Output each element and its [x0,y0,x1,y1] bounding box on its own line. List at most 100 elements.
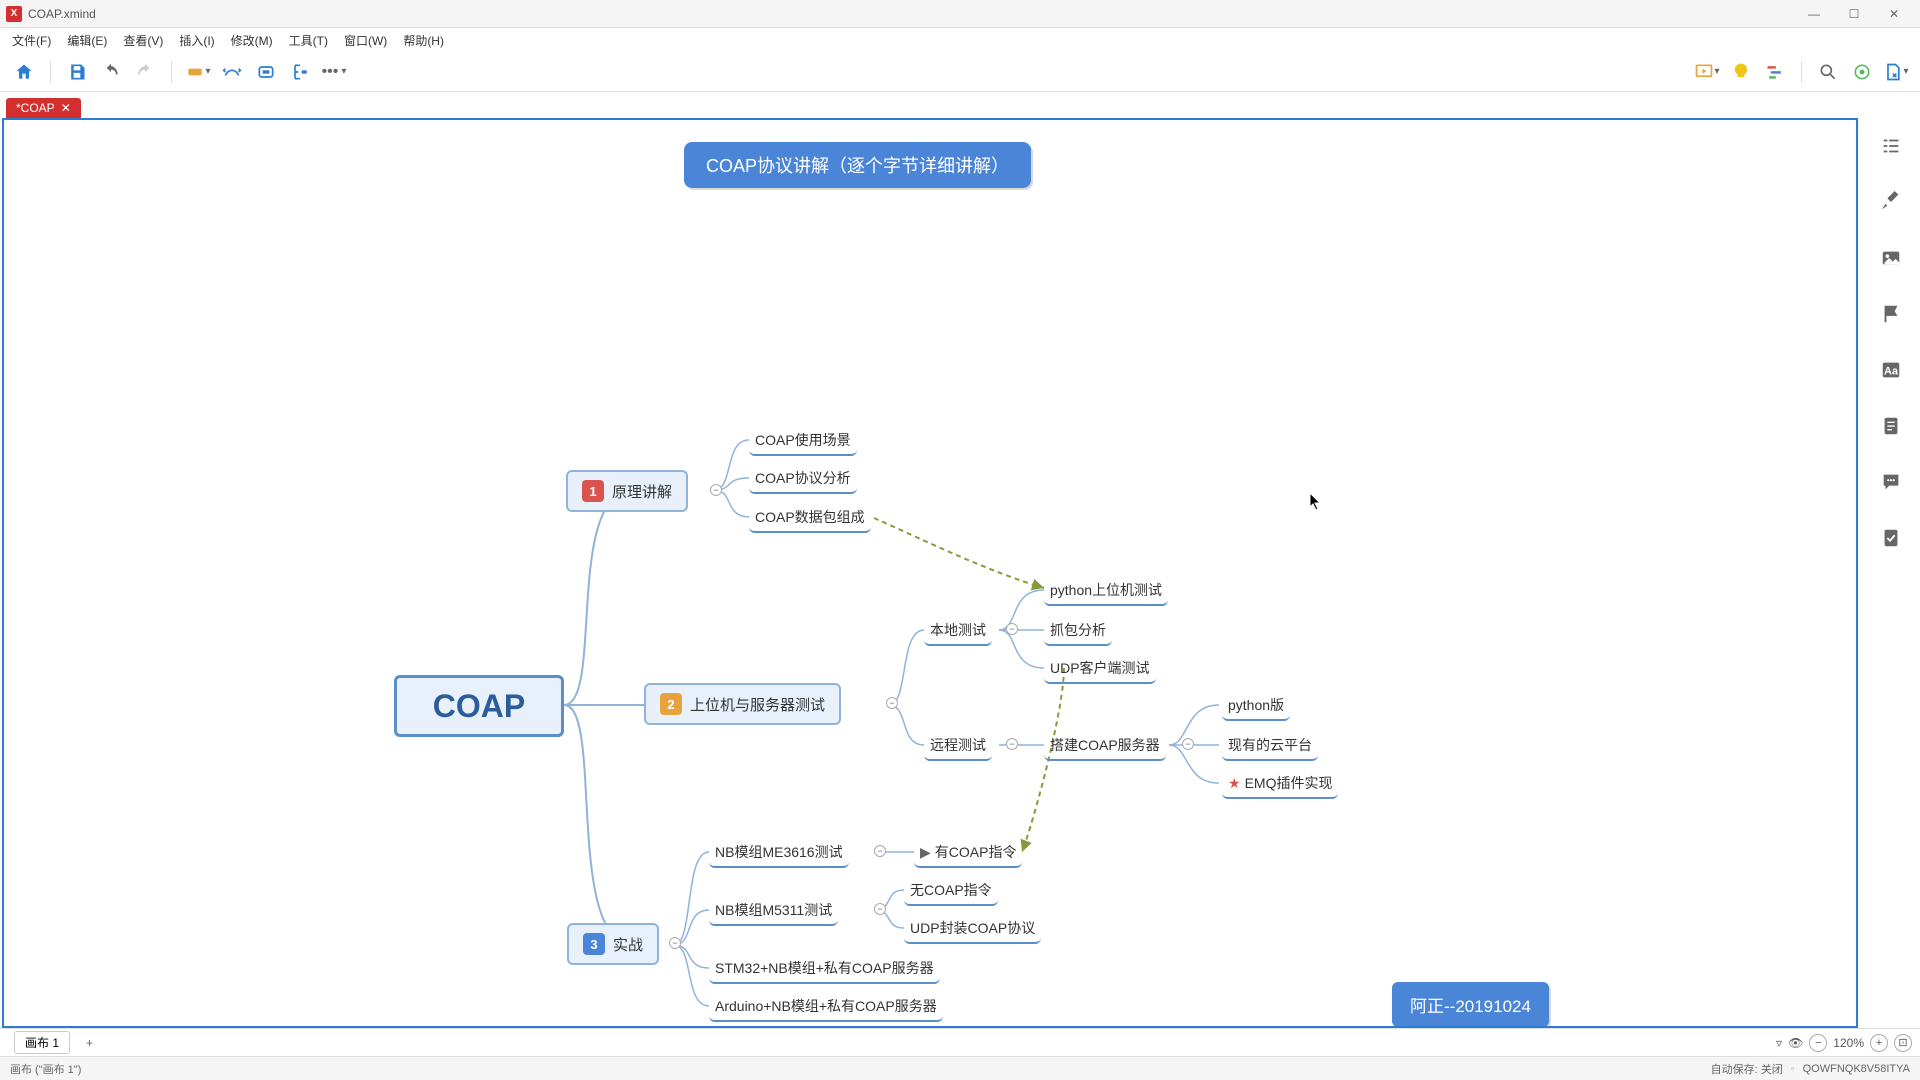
app-logo: X [6,6,22,22]
home-button[interactable] [10,58,38,86]
menu-edit[interactable]: 编辑(E) [59,30,115,51]
notes-button[interactable] [1877,412,1905,440]
undo-icon [101,62,121,82]
menu-view[interactable]: 查看(V) [115,30,171,51]
brainstorm-button[interactable] [1727,58,1755,86]
zoom-out-button[interactable]: − [1809,1034,1827,1052]
comments-button[interactable] [1877,468,1905,496]
brush-icon [1880,191,1902,213]
redo-button[interactable] [131,58,159,86]
image-button[interactable] [1877,244,1905,272]
leaf-node[interactable]: STM32+NB模组+私有COAP服务器 [709,954,940,984]
leaf-node[interactable]: NB模组ME3616测试 [709,838,849,868]
leaf-node[interactable]: COAP数据包组成 [749,503,871,533]
leaf-node[interactable]: 远程测试 [924,731,992,761]
branch-node-2[interactable]: 2 上位机与服务器测试 [644,683,841,725]
sheet-tab[interactable]: 画布 1 [14,1031,70,1054]
font-button[interactable]: Aa [1877,356,1905,384]
format-button[interactable] [1877,188,1905,216]
leaf-node[interactable]: UDP封装COAP协议 [904,914,1041,944]
leaf-node[interactable]: UDP客户端测试 [1044,654,1156,684]
toggle-icon[interactable]: − [1006,738,1018,750]
topic-button[interactable]: ▾ [184,58,212,86]
relationship-button[interactable] [218,58,246,86]
outline-icon [1880,135,1902,157]
menu-tools[interactable]: 工具(T) [281,30,336,51]
filter-icon[interactable]: ▿ [1776,1036,1782,1050]
save-button[interactable] [63,58,91,86]
leaf-node[interactable]: ▶有COAP指令 [914,838,1022,868]
autosave-status: 自动保存: 关闭 [1711,1061,1783,1077]
toggle-icon[interactable]: − [886,697,898,709]
titlebar: X COAP.xmind — ☐ ✕ [0,0,1920,28]
toggle-icon[interactable]: − [874,903,886,915]
topic-icon [185,62,205,82]
menu-window[interactable]: 窗口(W) [336,30,395,51]
undo-button[interactable] [97,58,125,86]
visibility-icon[interactable]: 👁 [1788,1036,1803,1050]
minimize-button[interactable]: — [1794,0,1834,28]
font-icon: Aa [1880,359,1902,381]
marker-button[interactable] [1877,300,1905,328]
leaf-node[interactable]: python上位机测试 [1044,576,1168,606]
menu-help[interactable]: 帮助(H) [395,30,452,51]
menu-modify[interactable]: 修改(M) [223,30,281,51]
zoom-value: 120% [1833,1036,1864,1050]
maximize-button[interactable]: ☐ [1834,0,1874,28]
statusbar: 画布 ("画布 1") 自动保存: 关闭 ◦ QOWFNQK8V58ITYA [0,1056,1920,1080]
toggle-icon[interactable]: − [1006,623,1018,635]
cursor-icon [1309,492,1323,512]
task-button[interactable] [1877,524,1905,552]
gantt-button[interactable] [1761,58,1789,86]
priority-1-marker: 1 [582,480,604,502]
add-sheet-button[interactable]: + [76,1034,103,1052]
menu-insert[interactable]: 插入(I) [171,30,222,51]
leaf-node[interactable]: 搭建COAP服务器 [1044,731,1166,761]
leaf-node[interactable]: 无COAP指令 [904,876,998,906]
home-icon [14,62,34,82]
toggle-icon[interactable]: − [669,937,681,949]
save-icon [67,62,87,82]
tab-label: *COAP [16,101,55,115]
toggle-icon[interactable]: − [710,484,722,496]
window-title: COAP.xmind [28,7,96,21]
branch-node-3[interactable]: 3 实战 [567,923,659,965]
toggle-icon[interactable]: − [874,845,886,857]
leaf-node[interactable]: NB模组M5311测试 [709,896,838,926]
document-tab[interactable]: *COAP ✕ [6,98,81,118]
leaf-node[interactable]: COAP协议分析 [749,464,857,494]
tab-close-icon[interactable]: ✕ [61,101,71,115]
leaf-node[interactable]: COAP使用场景 [749,426,857,456]
outline-button[interactable] [1877,132,1905,160]
flag-icon: ▶ [920,844,931,861]
toggle-icon[interactable]: − [1182,738,1194,750]
fit-button[interactable]: ⊡ [1894,1034,1912,1052]
close-button[interactable]: ✕ [1874,0,1914,28]
leaf-node[interactable]: 本地测试 [924,616,992,646]
leaf-node[interactable]: ★EMQ插件实现 [1222,769,1338,799]
present-button[interactable]: ▾ [1693,58,1721,86]
export-button[interactable]: ▾ [1882,58,1910,86]
leaf-node[interactable]: python版 [1222,691,1290,721]
branch-node-1[interactable]: 1 原理讲解 [566,470,688,512]
comment-icon [1880,471,1902,493]
menu-file[interactable]: 文件(F) [4,30,59,51]
leaf-node[interactable]: Arduino+NB模组+私有COAP服务器 [709,992,943,1022]
leaf-node[interactable]: 抓包分析 [1044,616,1112,646]
title-node[interactable]: COAP协议讲解（逐个字节详细讲解） [684,142,1031,188]
search-button[interactable] [1814,58,1842,86]
image-icon [1880,247,1902,269]
boundary-icon [256,62,276,82]
root-node[interactable]: COAP [394,675,564,737]
floating-label[interactable]: 阿正--20191024 [1392,982,1549,1027]
leaf-node[interactable]: 现有的云平台 [1222,731,1318,761]
summary-button[interactable] [286,58,314,86]
share-button[interactable] [1848,58,1876,86]
search-icon [1818,62,1838,82]
more-button[interactable]: ••• ▾ [320,58,348,86]
flag-icon [1880,303,1902,325]
canvas[interactable]: COAP协议讲解（逐个字节详细讲解） COAP [2,118,1858,1028]
zoom-in-button[interactable]: + [1870,1034,1888,1052]
boundary-button[interactable] [252,58,280,86]
relationship-icon [222,62,242,82]
